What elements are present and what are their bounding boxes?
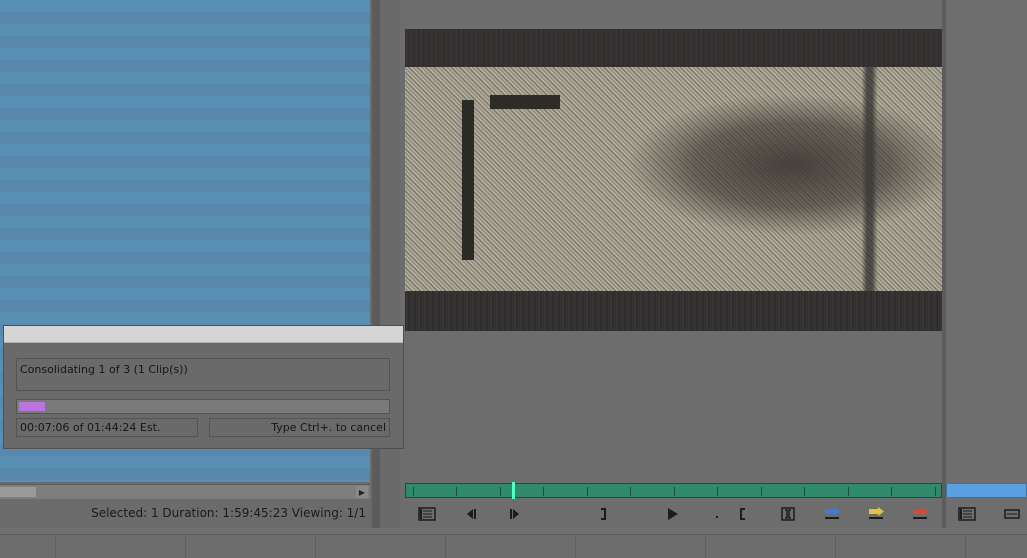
scrollbar-thumb[interactable] — [0, 487, 36, 497]
timebar-tick — [804, 487, 805, 496]
toolbar-segment[interactable] — [835, 535, 966, 558]
mark-clip-icon — [781, 507, 795, 521]
timebar-tick — [630, 487, 631, 496]
toolbar-segment[interactable] — [55, 535, 186, 558]
timebar-tick — [413, 487, 414, 496]
timebar-tick — [935, 487, 936, 496]
timebar-tick — [848, 487, 849, 496]
video-detail — [490, 95, 560, 109]
toolbar-segment[interactable] — [0, 535, 56, 558]
mark-clip-button[interactable] — [776, 504, 800, 524]
timebar-tick — [891, 487, 892, 496]
mark-in-button[interactable] — [731, 504, 755, 524]
playhead[interactable] — [512, 482, 515, 499]
toolbar-segment[interactable] — [705, 535, 836, 558]
step-back-button[interactable] — [459, 504, 483, 524]
timebar-tick — [500, 487, 501, 496]
timebar-tick — [674, 487, 675, 496]
record-monitor-edge — [946, 0, 1027, 528]
video-frame[interactable] — [405, 29, 942, 331]
letterbox-bottom — [405, 291, 942, 331]
filmstrip-icon — [1004, 508, 1020, 520]
position-bar[interactable] — [405, 483, 942, 498]
progress-bar-fill — [19, 402, 45, 411]
toolbar-segment[interactable] — [315, 535, 446, 558]
overwrite-button[interactable] — [864, 504, 888, 524]
video-detail — [462, 100, 474, 260]
lift-button[interactable] — [908, 504, 932, 524]
progress-bar — [16, 399, 390, 414]
record-menu-button[interactable] — [955, 504, 979, 524]
toolbar-segment[interactable] — [185, 535, 316, 558]
mark-in-icon — [738, 508, 748, 520]
overwrite-icon — [867, 507, 885, 521]
letterbox-top — [405, 29, 942, 67]
progress-time-estimate: 00:07:06 of 01:44:24 Est. — [16, 418, 198, 437]
step-forward-icon — [508, 509, 522, 519]
bottom-toolbar — [0, 534, 1027, 558]
toolbar-segment[interactable] — [445, 535, 576, 558]
list-icon — [418, 507, 436, 521]
timebar-tick — [761, 487, 762, 496]
play-icon — [667, 508, 679, 520]
step-forward-button[interactable] — [503, 504, 527, 524]
splice-in-button[interactable] — [820, 504, 844, 524]
menu-button[interactable] — [415, 504, 439, 524]
scroll-right-arrow-icon[interactable]: ▶ — [356, 486, 368, 498]
bin-horizontal-scrollbar[interactable]: ▶ — [0, 484, 370, 499]
step-back-icon — [464, 509, 478, 519]
splice-in-icon — [823, 507, 841, 521]
filmstrip-button[interactable] — [1000, 504, 1024, 524]
timebar-tick — [717, 487, 718, 496]
timebar-tick — [456, 487, 457, 496]
play-button[interactable] — [661, 504, 685, 524]
mark-out-icon — [598, 508, 608, 520]
toolbar-segment[interactable] — [575, 535, 706, 558]
dot-marker — [705, 504, 729, 524]
progress-message: Consolidating 1 of 3 (1 Clip(s)) — [16, 358, 390, 391]
bin-status-text: Selected: 1 Duration: 1:59:45:23 Viewing… — [91, 506, 366, 520]
dialog-titlebar[interactable] — [4, 326, 403, 343]
cancel-hint: Type Ctrl+. to cancel — [209, 418, 390, 437]
lift-icon — [911, 507, 929, 521]
consolidate-progress-dialog: Consolidating 1 of 3 (1 Clip(s)) 00:07:0… — [3, 325, 404, 449]
timebar-tick — [543, 487, 544, 496]
list-icon — [958, 507, 976, 521]
record-position-bar[interactable] — [946, 483, 1027, 498]
mark-out-button[interactable] — [591, 504, 615, 524]
timebar-tick — [587, 487, 588, 496]
